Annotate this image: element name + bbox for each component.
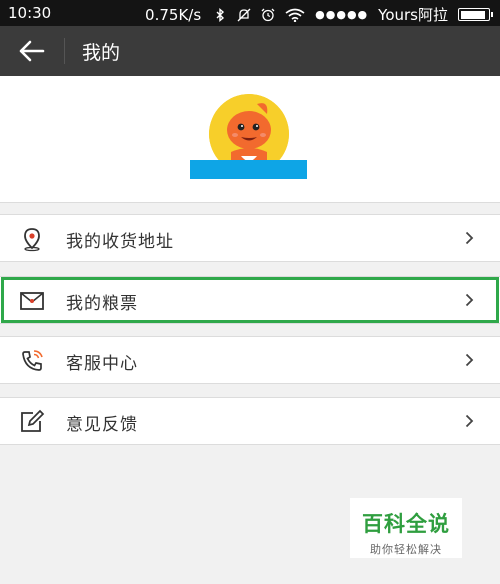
mute-icon bbox=[237, 8, 251, 21]
net-speed: 0.75K/s bbox=[145, 5, 202, 24]
chevron-right-icon bbox=[465, 231, 474, 245]
menu-item-feedback[interactable]: 意见反馈 bbox=[0, 397, 500, 445]
status-indicators: 0.75K/s ●●●●● Yours阿拉 bbox=[145, 4, 493, 25]
status-time: 10:30 bbox=[8, 4, 52, 22]
menu-item-label: 我的粮票 bbox=[66, 294, 138, 314]
edit-icon bbox=[21, 409, 45, 432]
page-title: 我的 bbox=[82, 42, 121, 64]
title-bar: 我的 bbox=[0, 26, 500, 76]
status-bar: 10:30 0.75K/s ●●●●● Yours阿拉 bbox=[0, 0, 500, 26]
back-arrow-icon[interactable] bbox=[18, 39, 46, 63]
chevron-right-icon bbox=[465, 293, 474, 307]
menu-item-label: 我的收货地址 bbox=[66, 232, 174, 252]
wifi-icon bbox=[285, 8, 305, 22]
location-pin-icon bbox=[24, 228, 40, 252]
signal-dots: ●●●●● bbox=[315, 8, 369, 21]
battery-level bbox=[460, 10, 485, 19]
menu-item-grain-tickets[interactable]: 我的粮票 bbox=[0, 276, 500, 324]
battery-icon bbox=[458, 8, 493, 21]
chevron-right-icon bbox=[465, 353, 474, 367]
bluetooth-icon bbox=[216, 7, 225, 22]
username-redacted bbox=[190, 160, 307, 179]
alarm-icon bbox=[261, 8, 275, 21]
carrier-name: Yours阿拉 bbox=[378, 6, 448, 24]
menu-item-customer-service[interactable]: 客服中心 bbox=[0, 336, 500, 384]
title-divider bbox=[64, 38, 65, 64]
menu-item-label: 意见反馈 bbox=[66, 415, 138, 435]
menu-item-label: 客服中心 bbox=[66, 354, 138, 374]
chevron-right-icon bbox=[465, 414, 474, 428]
watermark-logo: 百科全说 助你轻松解决 bbox=[350, 498, 462, 558]
watermark-title: 百科全说 bbox=[362, 512, 450, 536]
profile-section bbox=[0, 76, 500, 203]
menu-item-address[interactable]: 我的收货地址 bbox=[0, 214, 500, 262]
phone-icon bbox=[22, 350, 43, 371]
watermark-subtitle: 助你轻松解决 bbox=[370, 543, 442, 556]
envelope-icon bbox=[20, 292, 44, 310]
